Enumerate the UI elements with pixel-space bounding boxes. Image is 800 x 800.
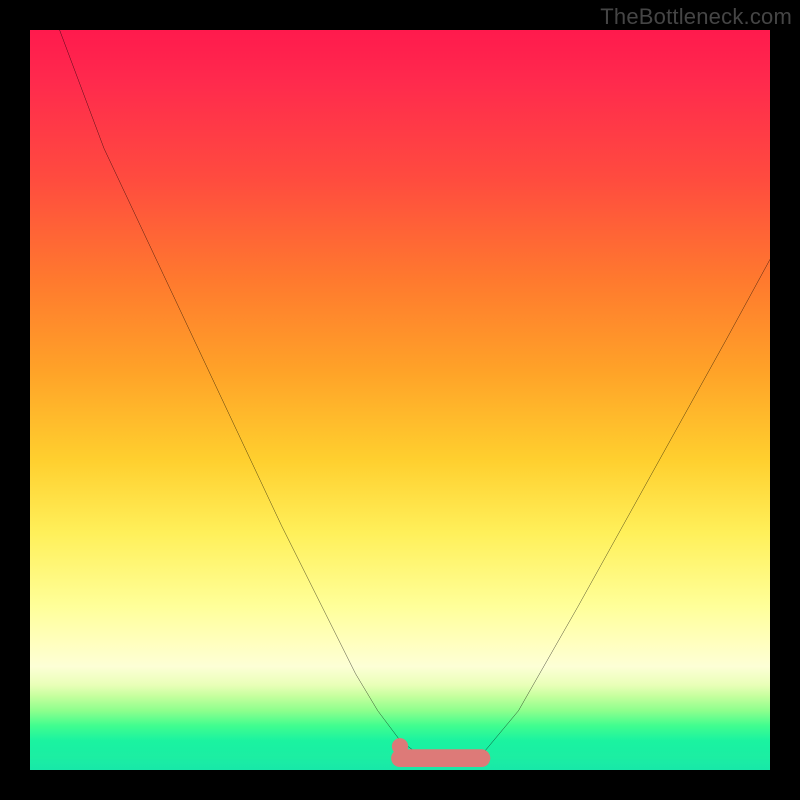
- curve-layer: [30, 30, 770, 770]
- watermark-text: TheBottleneck.com: [600, 4, 792, 30]
- plot-area: [30, 30, 770, 770]
- chart-frame: TheBottleneck.com: [0, 0, 800, 800]
- bottleneck-curve-path: [60, 30, 770, 761]
- optimal-dot-point: [392, 738, 408, 754]
